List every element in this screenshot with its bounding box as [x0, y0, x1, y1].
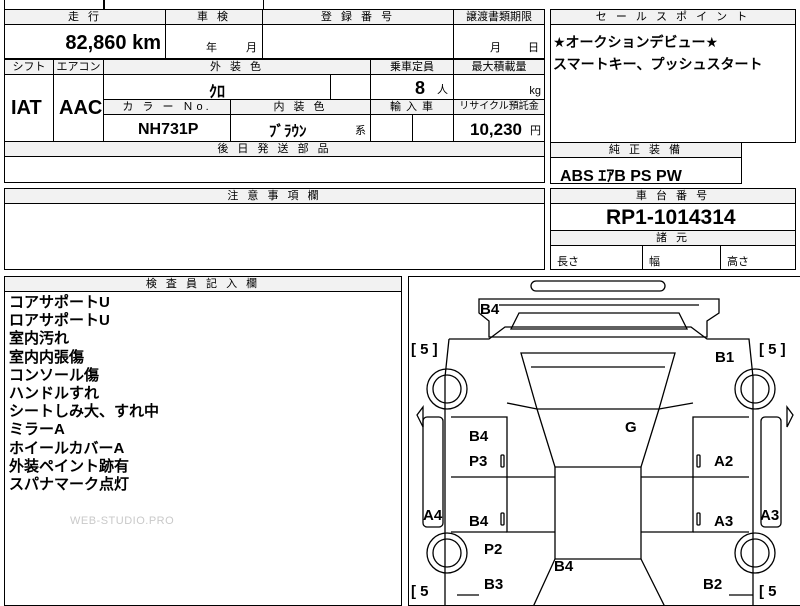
tire-depth-rear-left: [ 5: [411, 583, 429, 600]
later-parts-body: [4, 156, 545, 183]
inspection-year-label: 年: [206, 42, 217, 54]
height-cell: 高さ: [720, 245, 796, 270]
mark-a3-edge: A3: [760, 507, 780, 524]
ac-header: エアコン: [53, 59, 104, 75]
shift-header: シフト: [4, 59, 54, 75]
color-no-value: NH731P: [138, 121, 199, 138]
sales-point-line-1: ★オークションデビュー★: [553, 34, 719, 50]
later-parts-header: 後 日 発 送 部 品: [4, 141, 545, 157]
standard-equipment-header: 純 正 装 備: [550, 142, 742, 158]
mark-b2: B2: [703, 576, 723, 593]
mark-a4: A4: [423, 507, 443, 524]
remark-line: 室内内張傷: [9, 348, 85, 366]
sales-points-header: セ ー ル ス ポ イ ン ト: [550, 9, 796, 25]
mileage-cell: 82,860 km: [4, 24, 166, 59]
remark-line: 室内汚れ: [9, 330, 70, 348]
mark-left-rear-b4: B4: [469, 513, 489, 530]
height-label: 高さ: [727, 256, 749, 268]
standard-equipment-value: ABS ｴｱB PS PW: [560, 168, 682, 184]
transfer-cell: 月 日: [453, 24, 545, 59]
transfer-day-label: 日: [528, 42, 539, 54]
recycle-header: リサイクル預託金: [453, 99, 545, 115]
length-label: 長さ: [557, 256, 579, 268]
mark-a3-right: A3: [714, 513, 734, 530]
remark-line: コンソール傷: [9, 366, 100, 384]
mark-p3: P3: [469, 453, 488, 470]
remark-line: 外装ペイント跡有: [9, 457, 130, 475]
width-label: 幅: [649, 256, 660, 268]
max-load-header: 最大積載量: [453, 59, 545, 75]
remark-line: スパナマーク点灯: [9, 476, 130, 494]
car-outline: [416, 280, 794, 605]
tire-depth-front-left: [ 5 ]: [411, 341, 438, 358]
recycle-unit: 円: [530, 125, 541, 137]
mark-p2: P2: [484, 541, 503, 558]
transfer-month-label: 月: [490, 42, 501, 54]
color-no-cell: NH731P: [103, 114, 231, 142]
sales-point-line-2: スマートキー、プッシュスタート: [553, 56, 763, 72]
import-cell-a: [370, 114, 413, 142]
car-diagram-panel: B4 B1 G B4 P3 A2 A4 B4 A3 A3 P2 B4 B3 B2…: [408, 276, 800, 606]
exterior-subcell: [330, 74, 371, 100]
inspection-month-label: 月: [246, 42, 257, 54]
mark-rear-b4: B4: [554, 558, 574, 575]
registration-header: 登 録 番 号: [262, 9, 454, 25]
remark-line: シートしみ大、すれ中: [9, 403, 160, 421]
exterior-value: ｸﾛ: [209, 84, 226, 100]
recycle-cell: 10,230 円: [453, 114, 545, 142]
shift-value: IAT: [11, 97, 42, 119]
interior-cell: ﾌﾞﾗｳﾝ 系: [230, 114, 371, 142]
watermark: WEB-STUDIO.PRO: [70, 515, 175, 527]
exterior-cell: ｸﾛ: [103, 74, 331, 100]
remark-line: ホイールカバーA: [9, 439, 125, 457]
mark-b1: B1: [715, 349, 735, 366]
ac-cell: AAC: [53, 74, 104, 142]
import-header: 輸 入 車: [370, 99, 454, 115]
sales-points-body: ★オークションデビュー★ スマートキー、プッシュスタート: [550, 24, 796, 143]
chassis-cell: RP1-1014314: [550, 203, 796, 231]
max-load-unit: kg: [529, 85, 541, 97]
interior-header: 内 装 色: [230, 99, 371, 115]
color-no-header: カ ラ ー Ｎo.: [103, 99, 231, 115]
mark-b3: B3: [484, 576, 504, 593]
notes-header: 注 意 事 項 欄: [4, 188, 545, 204]
import-cell-b: [412, 114, 454, 142]
chassis-header: 車 台 番 号: [550, 188, 796, 204]
remark-line: ハンドルすれ: [9, 385, 100, 403]
capacity-cell: 8 人: [370, 74, 454, 100]
mark-front-b4: B4: [480, 301, 500, 318]
mark-a2: A2: [714, 453, 734, 470]
inspector-remarks: コアサポートU ロアサポートU 室内汚れ 室内内張傷 コンソール傷 ハンドルすれ…: [4, 291, 402, 606]
notes-body: [4, 203, 545, 270]
exterior-header: 外 装 色: [103, 59, 371, 75]
shift-cell: IAT: [4, 74, 54, 142]
max-load-cell: kg: [453, 74, 545, 100]
mark-left-front-b4: B4: [469, 428, 489, 445]
chassis-value: RP1-1014314: [606, 206, 736, 229]
standard-equipment-body: ABS ｴｱB PS PW: [550, 157, 742, 184]
capacity-header: 乗車定員: [370, 59, 454, 75]
inspection-header: 車 検: [165, 9, 263, 25]
recycle-value: 10,230: [470, 120, 522, 139]
transfer-header: 譲渡書類期限: [453, 9, 545, 25]
mileage-header: 走 行: [4, 9, 166, 25]
inspector-header: 検 査 員 記 入 欄: [4, 276, 402, 292]
mark-g: G: [625, 419, 637, 436]
dims-header: 諸 元: [550, 230, 796, 246]
length-cell: 長さ: [550, 245, 643, 270]
capacity-unit: 人: [437, 84, 448, 96]
inspection-cell: 年 月: [165, 24, 263, 59]
tire-depth-rear-right: [ 5: [759, 583, 777, 600]
mileage-value: 82,860 km: [65, 32, 161, 54]
tire-depth-front-right: [ 5 ]: [759, 341, 786, 358]
interior-value: ﾌﾞﾗｳﾝ: [269, 123, 307, 140]
remark-line: コアサポートU: [9, 294, 110, 311]
remark-line: ミラーA: [9, 421, 65, 439]
remark-line: ロアサポートU: [9, 312, 110, 330]
registration-cell: [262, 24, 454, 59]
interior-suffix: 系: [355, 125, 366, 137]
width-cell: 幅: [642, 245, 721, 270]
ac-value: AAC: [59, 97, 103, 119]
capacity-value: 8: [415, 78, 426, 98]
